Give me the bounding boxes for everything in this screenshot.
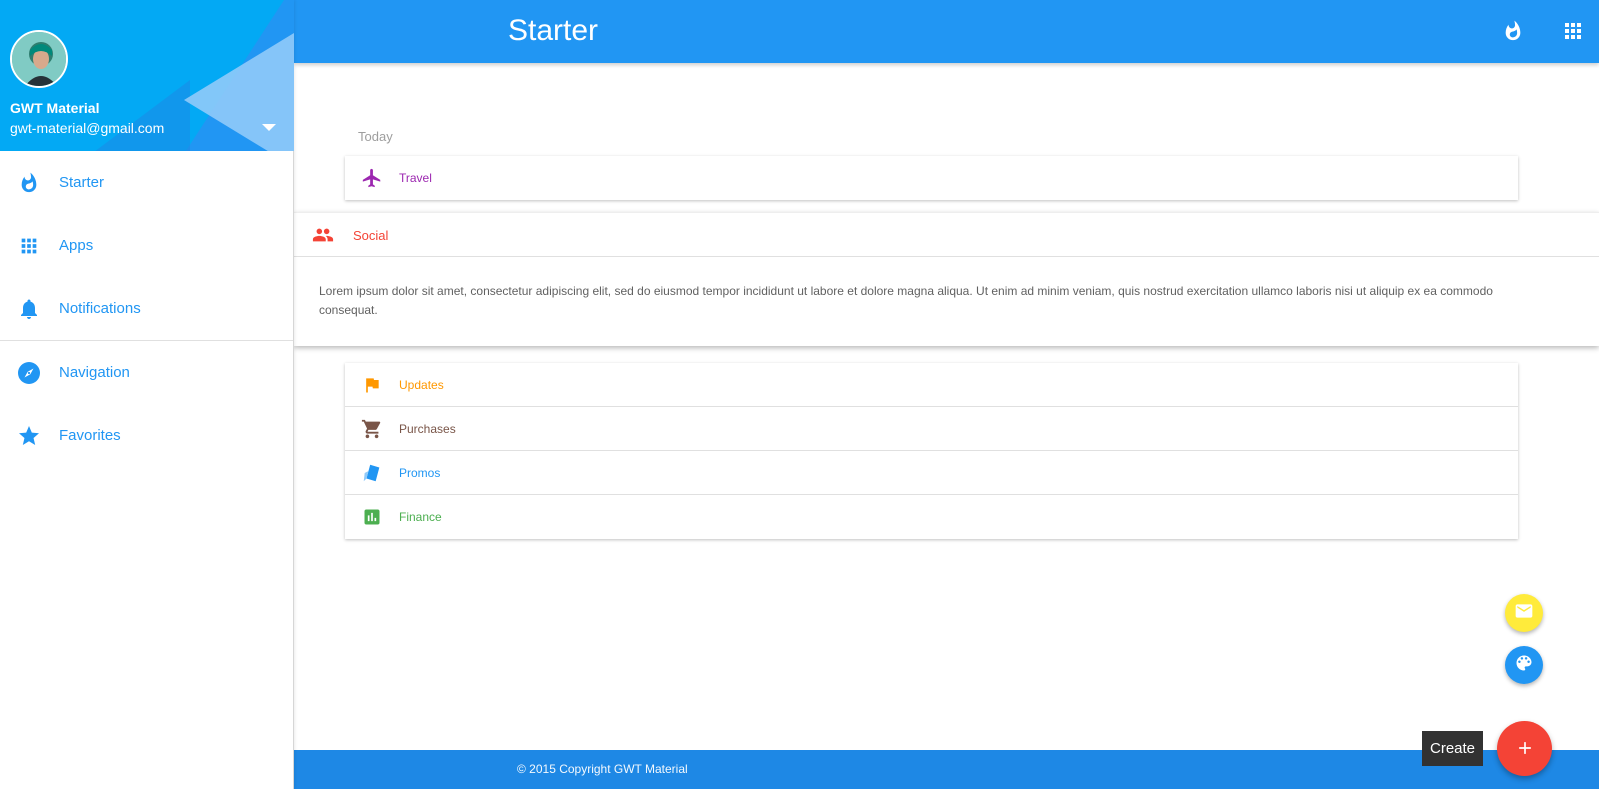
sidebar-item-label: Favorites xyxy=(59,427,121,444)
compass-icon xyxy=(17,361,41,385)
user-name: GWT Material xyxy=(10,100,100,116)
fab-mail-button[interactable] xyxy=(1505,594,1543,632)
page-title: Starter xyxy=(508,14,599,47)
sidebar-item-apps[interactable]: Apps xyxy=(0,214,293,277)
sidebar-item-label: Navigation xyxy=(59,364,130,381)
cart-icon xyxy=(361,418,383,440)
apps-grid-icon[interactable] xyxy=(1560,18,1586,44)
palette-icon xyxy=(1514,653,1534,678)
collapsible-label: Finance xyxy=(399,510,442,524)
user-email: gwt-material@gmail.com xyxy=(10,120,165,136)
whatshot-icon xyxy=(17,171,41,195)
top-app-bar: Starter xyxy=(294,0,1599,63)
collapsible-header-travel[interactable]: Travel xyxy=(345,156,1518,200)
plus-icon xyxy=(1515,734,1535,764)
sidebar-item-label: Apps xyxy=(59,237,94,254)
sidebar-item-navigation[interactable]: Navigation xyxy=(0,341,293,404)
collapsible-header-updates[interactable]: Updates xyxy=(345,363,1518,407)
mail-icon xyxy=(1514,601,1534,626)
collapsible-label: Promos xyxy=(399,465,441,480)
sidebar-item-favorites[interactable]: Favorites xyxy=(0,404,293,467)
collapsible-label: Social xyxy=(353,228,389,243)
side-nav-list: Starter Apps Notifications Navigation Fa… xyxy=(0,151,293,467)
collapsible-header-social[interactable]: Social xyxy=(294,213,1599,257)
sidebar-item-starter[interactable]: Starter xyxy=(0,151,293,214)
sidebar-item-label: Notifications xyxy=(59,300,141,317)
collapsible-travel: Travel xyxy=(345,156,1518,200)
collapsible-label: Purchases xyxy=(399,421,456,436)
footer-copyright: © 2015 Copyright GWT Material xyxy=(517,762,688,776)
side-nav: GWT Material gwt-material@gmail.com Star… xyxy=(0,0,294,789)
footer: © 2015 Copyright GWT Material xyxy=(294,750,1599,789)
fab-tooltip: Create xyxy=(1422,731,1484,766)
bell-icon xyxy=(17,297,41,321)
collapsible-body-text: Lorem ipsum dolor sit amet, consectetur … xyxy=(319,284,1493,317)
chart-icon xyxy=(361,506,383,528)
tag-icon xyxy=(361,462,383,484)
collapsible-header-purchases[interactable]: Purchases xyxy=(345,407,1518,451)
flag-icon xyxy=(361,374,383,396)
avatar[interactable] xyxy=(10,30,68,88)
sidebar-item-notifications[interactable]: Notifications xyxy=(0,277,293,340)
section-label: Today xyxy=(358,129,393,144)
collapsible-header-promos[interactable]: Promos xyxy=(345,451,1518,495)
fab-palette-button[interactable] xyxy=(1505,646,1543,684)
people-icon xyxy=(312,224,334,246)
collapsible-label: Updates xyxy=(399,377,444,392)
whatshot-icon[interactable] xyxy=(1500,18,1526,44)
header-decoration xyxy=(184,30,294,151)
airplane-icon xyxy=(361,167,383,189)
collapsible-label: Travel xyxy=(399,171,432,185)
star-icon xyxy=(17,424,41,448)
main-content: Today Travel Social Lorem ipsum dolor si… xyxy=(294,63,1599,750)
sidebar-item-label: Starter xyxy=(59,174,105,191)
collapsible-social: Social Lorem ipsum dolor sit amet, conse… xyxy=(294,212,1599,346)
create-fab-button[interactable] xyxy=(1497,721,1552,776)
apps-grid-icon xyxy=(17,234,41,258)
collapsible-list: Updates Purchases Promos Finance xyxy=(345,363,1518,539)
collapsible-header-finance[interactable]: Finance xyxy=(345,495,1518,539)
user-header: GWT Material gwt-material@gmail.com xyxy=(0,0,294,151)
account-dropdown-icon[interactable] xyxy=(262,124,276,131)
